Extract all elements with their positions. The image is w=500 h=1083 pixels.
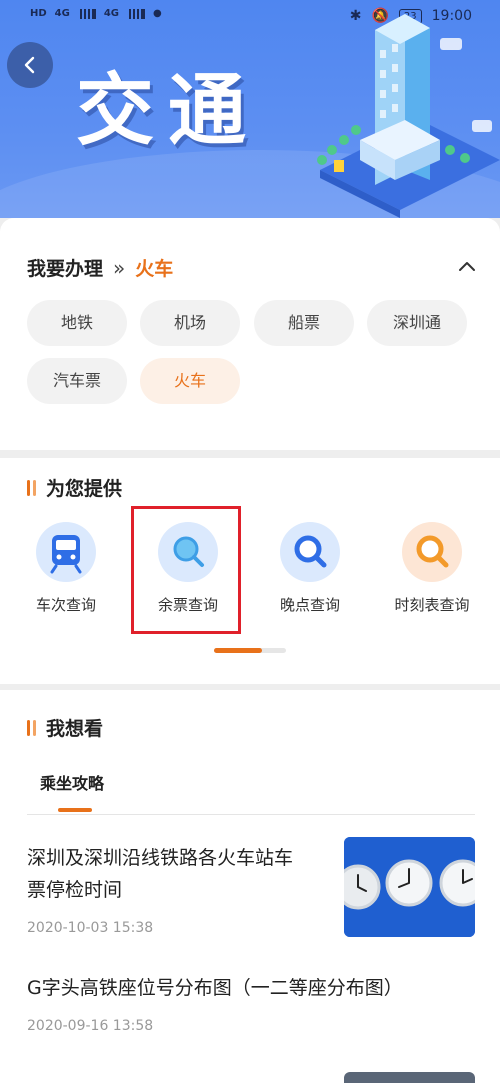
tab-divider [27, 814, 475, 815]
message-icon: ● [153, 8, 162, 19]
chip-bus-ticket[interactable]: 汽车票 [27, 358, 127, 404]
chip-shenzhen-tong[interactable]: 深圳通 [367, 300, 467, 346]
watch-panel: 我想看 乘坐攻略 深圳及深圳沿线铁路各火车站车 票停检时间 2020-10-03… [0, 690, 500, 1083]
service-label: 时刻表查询 [394, 596, 470, 614]
clocks-image [344, 837, 475, 937]
handle-current: 火车 [135, 258, 174, 280]
search-icon [280, 522, 340, 582]
back-arrow-icon [24, 56, 35, 74]
signal-icon-2 [127, 8, 146, 19]
article-title-line: 票停检时间 [27, 879, 123, 901]
tab-travel-guide[interactable]: 乘坐攻略 [40, 770, 104, 794]
services-title: 为您提供 [46, 478, 123, 500]
tab-underline [58, 808, 92, 812]
section-bar-icon [27, 479, 36, 496]
train-icon [36, 522, 96, 582]
back-button[interactable] [7, 42, 53, 88]
article-thumbnail-partial[interactable] [344, 1072, 475, 1083]
chip-ferry[interactable]: 船票 [254, 300, 354, 346]
highlight-box [131, 506, 241, 634]
chip-subway[interactable]: 地铁 [27, 300, 127, 346]
watch-title: 我想看 [46, 718, 104, 740]
network-label-1: 4G [54, 8, 70, 19]
double-chevron-icon: » [113, 255, 126, 280]
hd-label: HD [30, 8, 47, 19]
watch-header: 我想看 [27, 714, 103, 741]
article-title-line: 深圳及深圳沿线铁路各火车站车 [27, 847, 294, 869]
service-timetable-query[interactable]: 时刻表查询 [372, 522, 492, 615]
article-title-line: G字头高铁座位号分布图（一二等座分布图） [27, 977, 403, 999]
article-date: 2020-09-16 13:58 [27, 1018, 154, 1034]
article-item-1[interactable]: 深圳及深圳沿线铁路各火车站车 票停检时间 2020-10-03 15:38 [27, 842, 332, 936]
search-icon [402, 522, 462, 582]
status-left: HD 4G 4G ● [30, 8, 162, 19]
service-delay-query[interactable]: 晚点查询 [250, 522, 370, 615]
chevron-up-icon[interactable] [458, 258, 476, 276]
article-date: 2020-10-03 15:38 [27, 920, 154, 936]
signal-icon [77, 8, 96, 19]
page-indicator-active [214, 648, 262, 653]
service-train-query[interactable]: 车次查询 [6, 522, 126, 615]
service-label: 晚点查询 [279, 596, 340, 614]
page-title: 交通 [76, 66, 261, 156]
services-header: 为您提供 [27, 474, 122, 501]
chip-airport[interactable]: 机场 [140, 300, 240, 346]
article-item-2[interactable]: G字头高铁座位号分布图（一二等座分布图） 2020-09-16 13:58 [27, 972, 477, 1034]
handle-panel: 我要办理 » 火车 地铁 机场 船票 深圳通 汽车票 火车 [0, 218, 500, 450]
service-label: 车次查询 [35, 596, 96, 614]
header-banner: HD 4G 4G ● ✱ 🔕 23 19:00 交通 [0, 0, 500, 218]
section-bar-icon [27, 719, 36, 736]
building-illustration [317, 14, 500, 218]
chip-train[interactable]: 火车 [140, 358, 240, 404]
handle-breadcrumb: 我要办理 » 火车 [27, 254, 173, 281]
page-indicator [214, 648, 286, 653]
network-label-2: 4G [103, 8, 120, 19]
services-panel: 为您提供 车次查询 余票查询 晚点查询 时刻表查询 [0, 458, 500, 684]
article-thumbnail[interactable] [344, 837, 475, 937]
handle-title: 我要办理 [27, 258, 104, 280]
